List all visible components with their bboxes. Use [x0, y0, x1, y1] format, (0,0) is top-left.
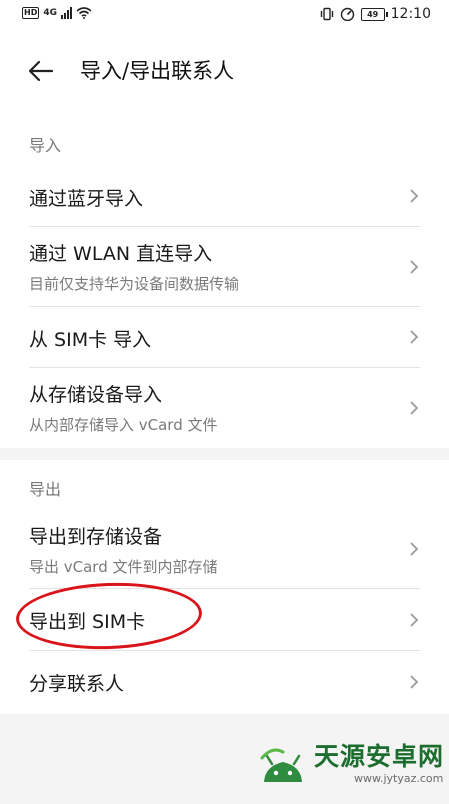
hd-badge: HD — [22, 7, 40, 19]
watermark: 天源安卓网 www.jytyaz.com — [258, 738, 444, 788]
chevron-right-icon — [410, 542, 419, 556]
watermark-text: 天源安卓网 www.jytyaz.com — [314, 742, 444, 785]
import-card: 导入 通过蓝牙导入 通过 WLAN 直连导入 目前仅支持华为设备间数据传输 从 … — [0, 110, 449, 448]
speedometer-icon — [340, 7, 354, 21]
item-title: 导出到存储设备 — [29, 526, 163, 548]
import-wlan-direct-item[interactable]: 通过 WLAN 直连导入 目前仅支持华为设备间数据传输 — [0, 227, 449, 306]
android-logo-icon — [260, 748, 302, 782]
vibrate-icon — [320, 7, 333, 21]
chevron-right-icon — [410, 675, 419, 689]
network-type: 4G — [43, 8, 57, 18]
watermark-title: 天源安卓网 — [314, 741, 445, 771]
item-title: 从存储设备导入 — [29, 384, 163, 406]
item-title: 通过 WLAN 直连导入 — [29, 243, 213, 265]
item-title: 通过蓝牙导入 — [29, 188, 144, 210]
status-left: HD 4G — [22, 7, 92, 19]
wifi-icon — [76, 7, 92, 19]
back-arrow-icon[interactable] — [26, 56, 56, 86]
item-subtitle: 从内部存储导入 vCard 文件 — [29, 416, 218, 434]
status-bar: HD 4G 49 12:10 — [0, 0, 449, 32]
app-bar: 导入/导出联系人 — [0, 32, 449, 110]
export-section-label: 导出 — [29, 480, 62, 499]
chevron-right-icon — [410, 401, 419, 415]
signal-icon — [61, 7, 72, 19]
chevron-right-icon — [410, 330, 419, 344]
chevron-right-icon — [410, 260, 419, 274]
import-storage-item[interactable]: 从存储设备导入 从内部存储导入 vCard 文件 — [0, 368, 449, 448]
chevron-right-icon — [410, 613, 419, 627]
share-contacts-item[interactable]: 分享联系人 — [0, 651, 449, 714]
item-title: 从 SIM卡 导入 — [29, 329, 152, 351]
page-title: 导入/导出联系人 — [80, 59, 235, 83]
item-subtitle: 目前仅支持华为设备间数据传输 — [29, 275, 240, 293]
export-storage-item[interactable]: 导出到存储设备 导出 vCard 文件到内部存储 — [0, 508, 449, 588]
battery-icon: 49 — [360, 7, 388, 21]
import-sim-item[interactable]: 从 SIM卡 导入 — [0, 307, 449, 367]
import-section-label: 导入 — [29, 136, 62, 155]
chevron-right-icon — [410, 189, 419, 203]
import-bluetooth-item[interactable]: 通过蓝牙导入 — [0, 166, 449, 226]
item-subtitle: 导出 vCard 文件到内部存储 — [29, 558, 218, 576]
watermark-url: www.jytyaz.com — [354, 771, 444, 785]
clock: 12:10 — [390, 6, 431, 22]
status-right: 49 12:10 — [320, 6, 431, 22]
item-title: 分享联系人 — [29, 673, 125, 695]
